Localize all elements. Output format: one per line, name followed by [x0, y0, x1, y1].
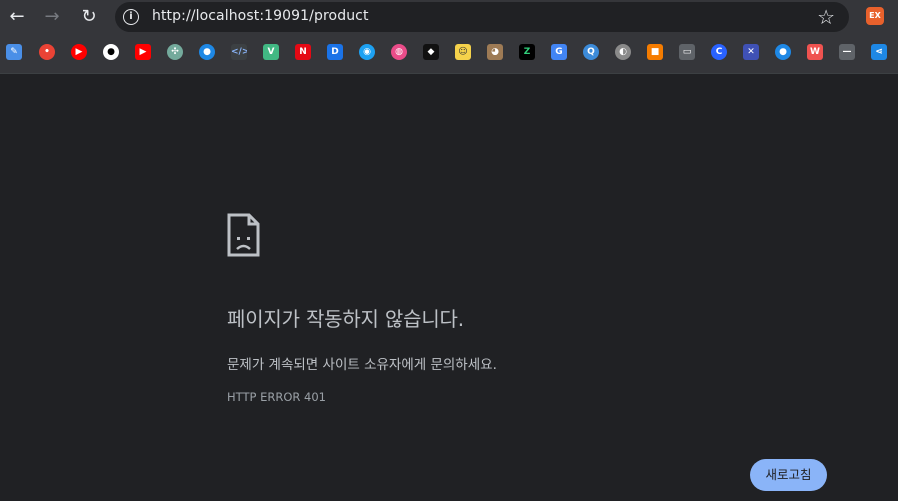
star-icon[interactable]: ☆	[817, 5, 835, 29]
youtube-music-bookmark-icon[interactable]: ▶	[71, 44, 87, 60]
openai-bookmark-icon[interactable]: ✣	[167, 44, 183, 60]
share-bookmark-icon[interactable]: ⋖	[871, 44, 887, 60]
laptop-bookmark-icon[interactable]: ▭	[679, 44, 695, 60]
globe-bookmark-icon[interactable]: ●	[775, 44, 791, 60]
error-title: 페이지가 작동하지 않습니다.	[227, 307, 464, 331]
circle-blue-bookmark-icon[interactable]: ◉	[359, 44, 375, 60]
dash-bookmark-icon[interactable]: —	[839, 44, 855, 60]
edit-bookmark-icon[interactable]: ✎	[6, 44, 22, 60]
code-bookmark-icon[interactable]: </>	[231, 44, 247, 60]
c-bookmark-icon[interactable]: C	[711, 44, 727, 60]
globe-blue-bookmark-icon[interactable]: ●	[199, 44, 215, 60]
browser-toolbar: ← → ↻ i http://localhost:19091/product ☆…	[0, 0, 898, 74]
address-bar[interactable]: i http://localhost:19091/product ☆	[115, 2, 849, 32]
back-icon[interactable]: ←	[6, 6, 28, 28]
cat-bookmark-icon[interactable]: ◕	[487, 44, 503, 60]
translate-bookmark-icon[interactable]: G	[551, 44, 567, 60]
reload-button[interactable]: 새로고침	[750, 459, 827, 491]
extension-icon[interactable]: EX	[866, 7, 884, 25]
dribbble-bookmark-icon[interactable]: ◍	[391, 44, 407, 60]
reload-icon[interactable]: ↻	[78, 6, 100, 28]
sad-page-icon	[227, 213, 260, 257]
diamond-bookmark-icon[interactable]: ◆	[423, 44, 439, 60]
orange-bookmark-icon[interactable]: ■	[647, 44, 663, 60]
q-bookmark-icon[interactable]: Q	[583, 44, 599, 60]
red-bubble-bookmark-icon[interactable]: •	[39, 44, 55, 60]
forward-icon[interactable]: →	[41, 6, 63, 28]
url-text[interactable]: http://localhost:19091/product	[152, 8, 369, 24]
youtube-bookmark-icon[interactable]: ▶	[135, 44, 151, 60]
x-bookmark-icon[interactable]: ✕	[743, 44, 759, 60]
emoji-bookmark-icon[interactable]: ☺	[455, 44, 471, 60]
github-bookmark-icon[interactable]: ●	[103, 44, 119, 60]
z-bookmark-icon[interactable]: Z	[519, 44, 535, 60]
w-bookmark-icon[interactable]: W	[807, 44, 823, 60]
error-code: HTTP ERROR 401	[227, 390, 326, 404]
netflix-bookmark-icon[interactable]: N	[295, 44, 311, 60]
d-bookmark-icon[interactable]: D	[327, 44, 343, 60]
info-icon[interactable]: i	[123, 9, 139, 25]
vue-bookmark-icon[interactable]: V	[263, 44, 279, 60]
error-description: 문제가 계속되면 사이트 소유자에게 문의하세요.	[227, 357, 497, 373]
web-bookmark-icon[interactable]: ◐	[615, 44, 631, 60]
